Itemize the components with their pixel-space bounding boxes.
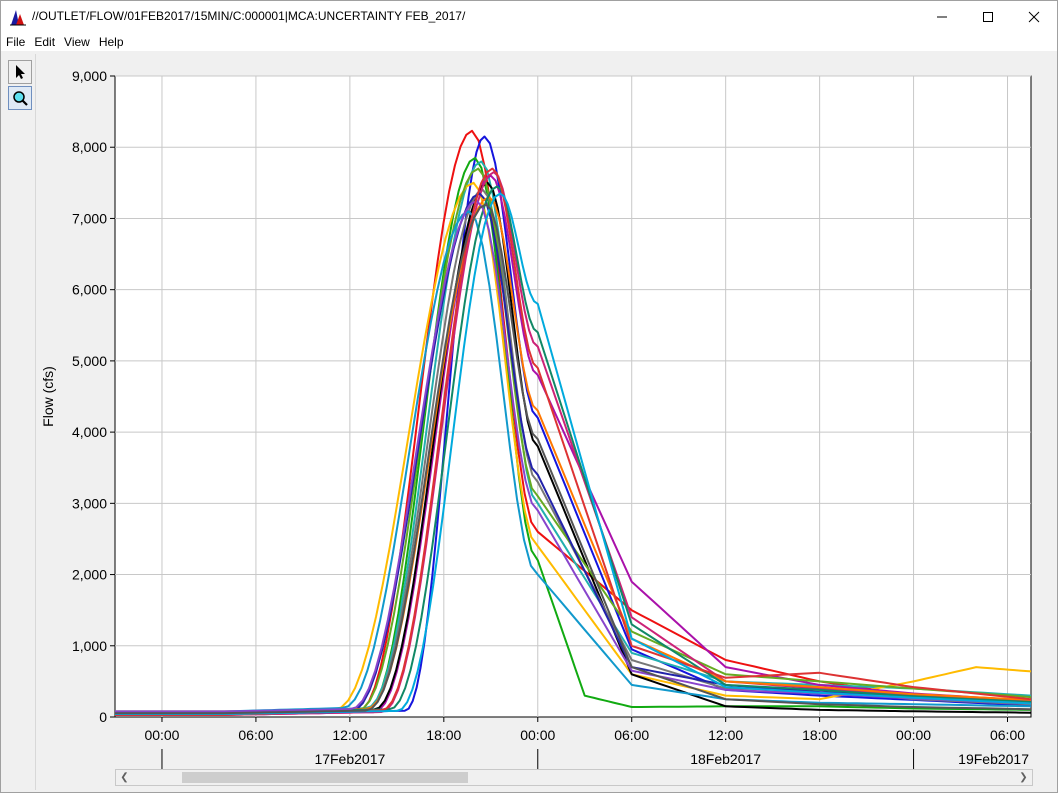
scroll-thumb[interactable] <box>182 772 468 783</box>
y-tick-label: 3,000 <box>72 495 107 511</box>
y-tick-label: 0 <box>99 709 107 725</box>
pointer-tool-button[interactable] <box>8 60 32 84</box>
flow-chart[interactable]: 0 1,000 2,000 3,000 4,000 5,000 6,000 7,000 8,00… <box>37 53 1037 769</box>
y-tick-label: 4,000 <box>72 424 107 440</box>
close-icon <box>1028 11 1040 22</box>
y-tick-label: 6,000 <box>72 282 107 298</box>
app-logo-icon <box>10 10 26 26</box>
x-tick-label: 06:00 <box>990 727 1025 743</box>
date-label: 17Feb2017 <box>314 751 385 767</box>
x-tick-label: 12:00 <box>708 727 743 743</box>
maximize-icon <box>983 11 993 22</box>
minimize-icon <box>937 16 947 17</box>
magnifier-icon <box>13 91 28 106</box>
plot-area <box>114 75 1032 718</box>
x-tick-label: 00:00 <box>520 727 555 743</box>
close-button[interactable] <box>1011 1 1057 32</box>
y-tick-label: 5,000 <box>72 353 107 369</box>
title-bar[interactable]: //OUTLET/FLOW/01FEB2017/15MIN/C:000001|M… <box>1 1 1057 32</box>
y-tick-label: 2,000 <box>72 567 107 583</box>
menu-bar: File Edit View Help <box>1 32 1057 51</box>
scroll-right-icon[interactable]: ❯ <box>1015 770 1032 785</box>
y-tick-label: 9,000 <box>72 68 107 84</box>
maximize-button[interactable] <box>965 1 1011 32</box>
y-tick-label: 7,000 <box>72 210 107 226</box>
y-tick-label: 1,000 <box>72 638 107 654</box>
arrow-pointer-icon <box>16 65 25 79</box>
x-axis: 00:00 06:00 12:00 18:00 00:00 06:00 12:00 18:00… <box>144 717 1029 769</box>
x-tick-label: 18:00 <box>426 727 461 743</box>
y-axis: 0 1,000 2,000 3,000 4,000 5,000 6,000 7,000 8,00… <box>72 68 115 725</box>
date-label: 18Feb2017 <box>690 751 761 767</box>
y-axis-label: Flow (cfs) <box>40 366 56 427</box>
menu-file[interactable]: File <box>1 32 29 51</box>
y-tick-label: 8,000 <box>72 139 107 155</box>
tool-palette <box>4 54 36 790</box>
app-window: //OUTLET/FLOW/01FEB2017/15MIN/C:000001|M… <box>0 0 1058 793</box>
x-tick-label: 12:00 <box>332 727 367 743</box>
date-label: 19Feb2017 <box>958 751 1029 767</box>
x-tick-label: 00:00 <box>144 727 179 743</box>
horizontal-scrollbar[interactable]: ❮ ❯ <box>115 769 1033 786</box>
menu-help[interactable]: Help <box>94 32 128 51</box>
scroll-left-icon[interactable]: ❮ <box>116 770 133 785</box>
zoom-tool-button[interactable] <box>8 86 32 110</box>
menu-edit[interactable]: Edit <box>29 32 59 51</box>
minimize-button[interactable] <box>919 1 965 32</box>
x-tick-label: 06:00 <box>238 727 273 743</box>
x-tick-label: 06:00 <box>614 727 649 743</box>
window-title: //OUTLET/FLOW/01FEB2017/15MIN/C:000001|M… <box>32 9 466 23</box>
menu-view[interactable]: View <box>59 32 94 51</box>
x-tick-label: 18:00 <box>802 727 837 743</box>
x-tick-label: 00:00 <box>896 727 931 743</box>
